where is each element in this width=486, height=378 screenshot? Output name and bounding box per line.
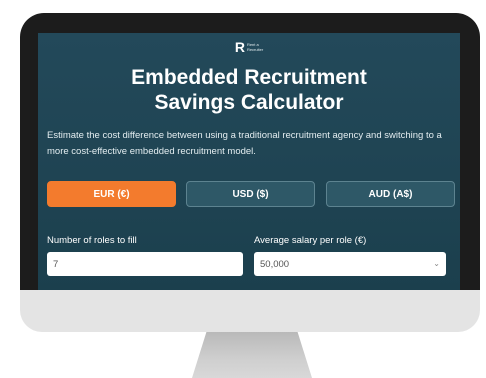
chevron-down-icon: ⌄	[433, 259, 440, 268]
monitor-stand	[192, 332, 312, 378]
salary-select-value: 50,000	[260, 259, 290, 270]
currency-selector: EUR (€) USD ($) AUD (A$)	[47, 181, 457, 207]
currency-eur-button[interactable]: EUR (€)	[47, 181, 176, 207]
description-text: Estimate the cost difference between usi…	[47, 130, 442, 157]
roles-label: Number of roles to fill	[47, 235, 137, 246]
logo-text-line2: Recruiter	[246, 47, 264, 52]
title-line2: Savings Calculator	[154, 91, 344, 114]
roles-input[interactable]: 7	[47, 252, 243, 276]
salary-select[interactable]: 50,000 ⌄	[254, 252, 446, 276]
logo-mark: R	[234, 39, 245, 55]
currency-usd-button[interactable]: USD ($)	[186, 181, 315, 207]
logo-text: Rent a Recruiter	[247, 42, 263, 52]
page-title: Embedded Recruitment Savings Calculator	[38, 65, 460, 115]
calculator-screen: R Rent a Recruiter Embedded Recruitment …	[38, 33, 460, 290]
monitor-chin	[20, 290, 480, 332]
brand-logo: R Rent a Recruiter	[38, 40, 460, 54]
title-line1: Embedded Recruitment	[131, 66, 367, 89]
roles-input-value: 7	[53, 259, 59, 270]
currency-aud-button[interactable]: AUD (A$)	[326, 181, 455, 207]
salary-label: Average salary per role (€)	[254, 235, 367, 246]
